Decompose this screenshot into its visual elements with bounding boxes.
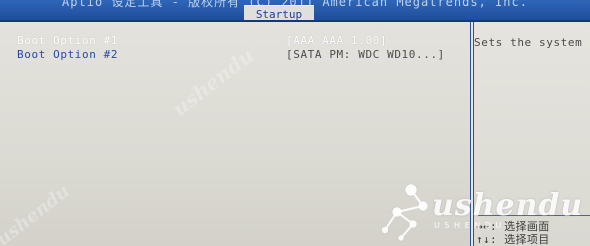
boot-option-label: Boot Option #1	[17, 34, 119, 47]
key-hint-select-item: ↑↓: 选择项目	[476, 233, 550, 246]
help-panel: Sets the system b →←: 选择画面 ↑↓: 选择项目	[474, 22, 590, 246]
boot-option-label: Boot Option #2	[17, 48, 119, 61]
boot-option-value[interactable]: [AAA AAA 1.00]	[286, 34, 387, 48]
boot-option-value[interactable]: [SATA PM: WDC WD10...]	[286, 48, 445, 62]
header-bar: Aptio 设定工具 - 版权所有 (C) 2011 American Mega…	[0, 0, 590, 22]
boot-option-row[interactable]: Boot Option #1 [AAA AAA 1.00]	[17, 34, 457, 48]
help-separator	[478, 215, 590, 216]
help-description: Sets the system b	[474, 36, 590, 49]
boot-option-row[interactable]: Boot Option #2 [SATA PM: WDC WD10...]	[17, 48, 457, 62]
tab-startup[interactable]: Startup	[244, 5, 314, 20]
